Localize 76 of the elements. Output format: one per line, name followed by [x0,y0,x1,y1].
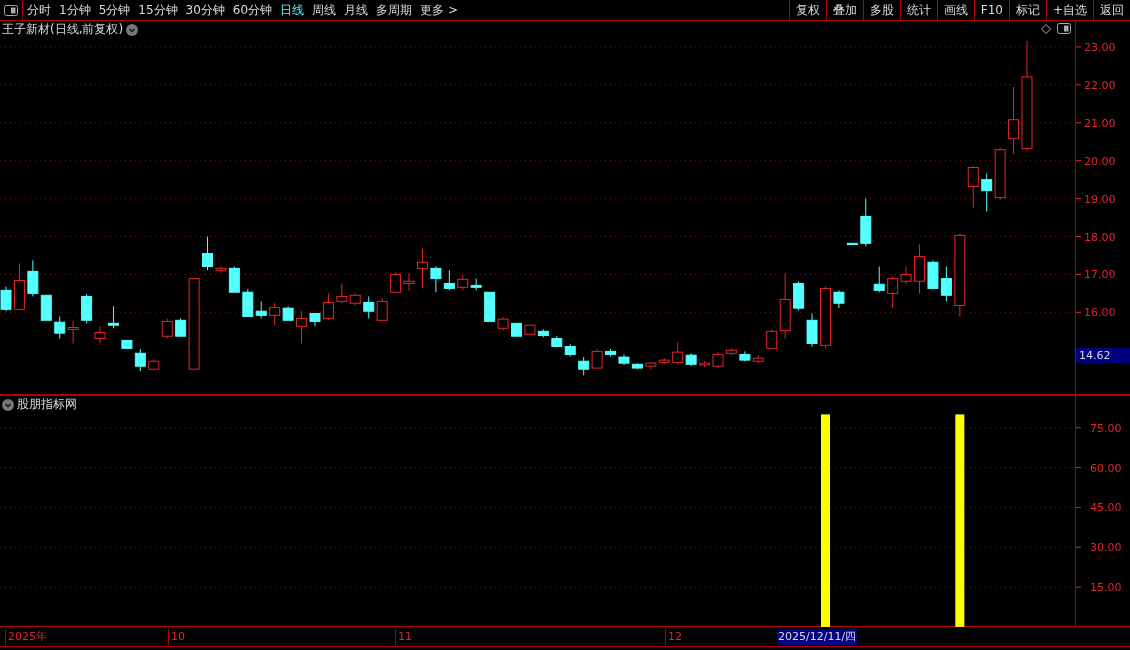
candlestick [296,310,308,344]
period-tab[interactable]: 60分钟 [228,0,277,20]
cursor-date-label: 2025/12/11/四 [777,629,858,645]
candlestick [161,317,173,339]
axis-label: 19.00 [1084,192,1116,206]
candlestick [591,348,603,369]
axis-label: 21.00 [1084,116,1116,130]
toolbar-button[interactable]: 标记 [1008,0,1046,20]
date-label: 12 [665,629,682,645]
axis-label: 17.00 [1084,268,1116,282]
date-label: 10 [168,629,185,645]
candlestick [54,316,66,339]
candlestick [766,328,778,349]
period-tab[interactable]: 日线 [276,0,309,20]
candlestick [376,297,388,321]
candlestick [202,236,214,271]
candlestick [363,295,375,319]
candlestick [430,265,442,293]
candlestick [215,265,227,274]
candlestick [81,293,93,324]
candlestick [269,302,281,326]
candlestick [390,272,402,293]
period-tab[interactable]: 周线 [308,0,341,20]
period-tab[interactable]: 多周期 [372,0,417,20]
axis-label: 45.00 [1090,501,1122,515]
candlestick [578,356,590,376]
candlestick [443,269,455,291]
candlestick [1008,86,1020,155]
indicator-title: 股朋指标网 [17,396,77,413]
period-tab[interactable]: 分时 [23,0,55,20]
candlestick [900,265,912,285]
candlestick [873,265,885,293]
candlestick [672,341,684,365]
axis-label: 18.00 [1084,230,1116,244]
toolbar-button[interactable]: F10 [973,0,1009,20]
toolbar-button[interactable]: 统计 [899,0,937,20]
period-tab[interactable]: 更多 > [416,0,462,20]
axis-label: 23.00 [1084,40,1116,54]
period-tab[interactable]: 15分钟 [134,0,182,20]
current-price-label: 14.62 [1076,348,1130,363]
period-tab[interactable]: 月线 [340,0,373,20]
period-tab[interactable]: 5分钟 [94,0,135,20]
candlestick [981,173,993,212]
candlestick [228,265,240,293]
candlestick [967,165,979,209]
axis-label: 22.00 [1084,78,1116,92]
candlestick [322,292,334,321]
candlestick [134,348,146,372]
toolbar-button[interactable]: +自选 [1045,0,1093,20]
axis-label: 16.00 [1084,306,1116,320]
date-label: 11 [395,629,412,645]
candlestick [416,248,428,289]
axis-label: 15.00 [1090,581,1122,595]
toolbar-button[interactable]: 叠加 [825,0,863,20]
candlestick [107,305,119,329]
period-tab[interactable]: 30分钟 [181,0,229,20]
toolbar-button[interactable]: 画线 [936,0,974,20]
chart-title: 王子新材(日线,前复权) [2,21,124,38]
candlestick [403,272,415,291]
date-label: 2025年 [5,629,47,645]
toolbar-button[interactable]: 复权 [788,0,826,20]
candlestick [27,259,39,297]
candlestick [94,325,106,344]
candlestick [887,275,899,309]
toolbar-button[interactable]: 多股 [862,0,900,20]
period-tab[interactable]: 1分钟 [55,0,95,20]
axis-label: 20.00 [1084,154,1116,168]
candlestick [0,286,12,312]
candlestick [806,312,818,347]
candlestick [940,265,952,302]
candlestick [336,283,348,304]
candlestick [67,319,79,344]
axis-label: 60.00 [1090,461,1122,475]
axis-label: 75.00 [1090,421,1122,435]
toolbar-button[interactable]: 返回 [1093,0,1130,20]
axis-label: 30.00 [1090,541,1122,555]
